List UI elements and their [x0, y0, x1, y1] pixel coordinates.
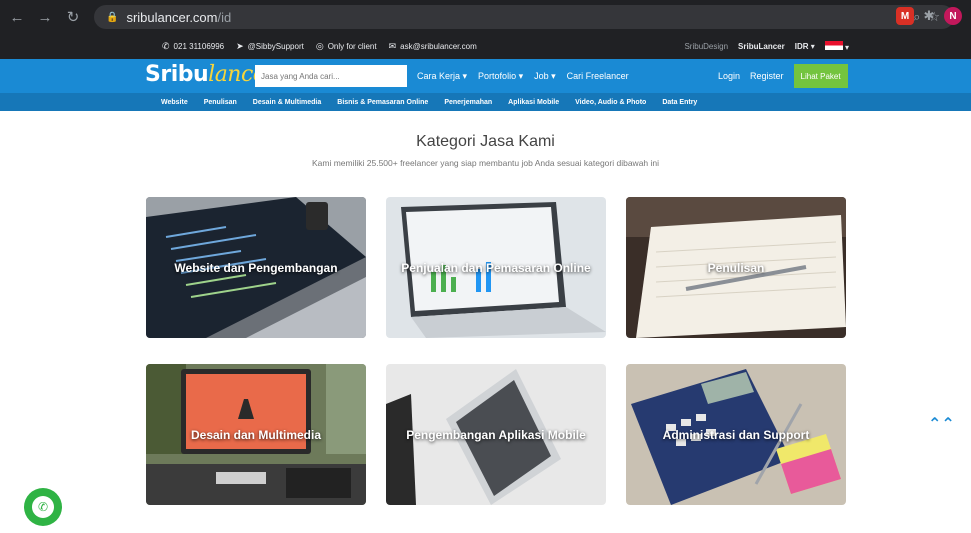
card-penulisan-label: Penulisan	[707, 260, 765, 275]
card-administrasi-label: Administrasi dan Support	[662, 427, 810, 442]
email-contact[interactable]: ✉ ask@sribulancer.com	[389, 41, 477, 52]
nav-links: Cara Kerja ▾ Portofolio ▾ Job ▾ Cari Fre…	[417, 59, 629, 93]
whatsapp-text: Only for client	[327, 42, 377, 51]
profile-avatar[interactable]: N	[944, 7, 962, 25]
scroll-to-top-icon[interactable]: ⌃⌃	[928, 414, 955, 434]
extension-m-icon[interactable]: M	[896, 7, 914, 25]
whatsapp-icon: ✆	[32, 496, 54, 518]
card-website-label: Website dan Pengembangan	[174, 260, 338, 275]
login-link[interactable]: Login	[718, 71, 740, 81]
telegram-contact[interactable]: ➤ @SibbySupport	[236, 41, 304, 52]
language-dropdown[interactable]: ▾	[824, 41, 849, 52]
back-icon[interactable]: ←	[6, 6, 28, 28]
currency-dropdown[interactable]: IDR ▾	[795, 42, 815, 51]
card-desain-label: Desain dan Multimedia	[190, 427, 322, 442]
card-aplikasi-mobile-label: Pengembangan Aplikasi Mobile	[406, 427, 586, 442]
category-video[interactable]: Video, Audio & Photo	[575, 99, 646, 106]
logo-sribu: Sribu	[145, 62, 209, 87]
sribudesign-link[interactable]: SribuDesign	[684, 42, 728, 51]
main-navbar: Sribulancer Cara Kerja ▾ Portofolio ▾ Jo…	[0, 59, 971, 93]
whatsapp-contact[interactable]: ◎ Only for client	[316, 41, 377, 52]
reload-icon[interactable]: ↻	[62, 6, 84, 28]
forward-icon[interactable]: →	[34, 6, 56, 28]
register-link[interactable]: Register	[750, 71, 784, 81]
mail-icon: ✉	[388, 41, 397, 51]
category-bar: Website Penulisan Desain & Multimedia Bi…	[0, 93, 971, 111]
phone-contact[interactable]: ✆ 021 31106996	[162, 41, 224, 52]
url-host: sribulancer.com	[126, 9, 218, 25]
indonesia-flag-icon	[824, 41, 843, 50]
nav-portofolio[interactable]: Portofolio ▾	[478, 71, 523, 82]
sribulancer-link[interactable]: SribuLancer	[738, 42, 785, 51]
category-website[interactable]: Website	[161, 99, 188, 106]
extensions-puzzle-icon[interactable]: ✱	[920, 7, 938, 25]
category-penerjemahan[interactable]: Penerjemahan	[444, 99, 492, 106]
search-input[interactable]	[255, 65, 407, 87]
nav-cara-kerja[interactable]: Cara Kerja ▾	[417, 71, 467, 82]
browser-toolbar: ← → ↻ 🔒 sribulancer.com/id ⌕ ☆ M ✱ N	[0, 0, 971, 34]
nav-job[interactable]: Job ▾	[534, 71, 556, 82]
page-subtitle: Kami memiliki 25.500+ freelancer yang si…	[311, 158, 660, 168]
card-administrasi[interactable]: Administrasi dan Support	[626, 364, 846, 505]
category-data-entry[interactable]: Data Entry	[662, 99, 697, 106]
lock-icon: 🔒	[106, 11, 119, 23]
category-desain[interactable]: Desain & Multimedia	[253, 99, 321, 106]
card-website[interactable]: Website dan Pengembangan	[146, 197, 366, 338]
telegram-text: @SibbySupport	[247, 42, 304, 51]
telegram-icon: ➤	[236, 41, 244, 51]
card-pemasaran-label: Penjualan dan Pemasaran Online	[401, 260, 591, 275]
address-bar[interactable]: 🔒 sribulancer.com/id ⌕ ☆	[94, 5, 954, 29]
page-title: Kategori Jasa Kami	[416, 133, 555, 150]
contact-bar: ✆ 021 31106996 ➤ @SibbySupport ◎ Only for c…	[0, 34, 971, 59]
card-desain[interactable]: Desain dan Multimedia	[146, 364, 366, 505]
phone-text: 021 31106996	[173, 42, 225, 51]
phone-icon: ✆	[162, 41, 170, 51]
nav-cari-freelancer[interactable]: Cari Freelancer	[567, 71, 629, 81]
category-penulisan[interactable]: Penulisan	[204, 99, 237, 106]
category-aplikasi-mobile[interactable]: Aplikasi Mobile	[508, 99, 559, 106]
category-bisnis[interactable]: Bisnis & Pemasaran Online	[337, 99, 428, 106]
email-text: ask@sribulancer.com	[400, 42, 477, 51]
whatsapp-icon: ◎	[315, 41, 324, 51]
card-pemasaran[interactable]: Penjualan dan Pemasaran Online	[386, 197, 606, 338]
whatsapp-chat-button[interactable]: ✆	[24, 488, 62, 526]
card-aplikasi-mobile[interactable]: Pengembangan Aplikasi Mobile	[386, 364, 606, 505]
card-penulisan[interactable]: Penulisan	[626, 197, 846, 338]
url-path: /id	[217, 9, 232, 25]
lihat-paket-button[interactable]: Lihat Paket	[793, 64, 848, 88]
